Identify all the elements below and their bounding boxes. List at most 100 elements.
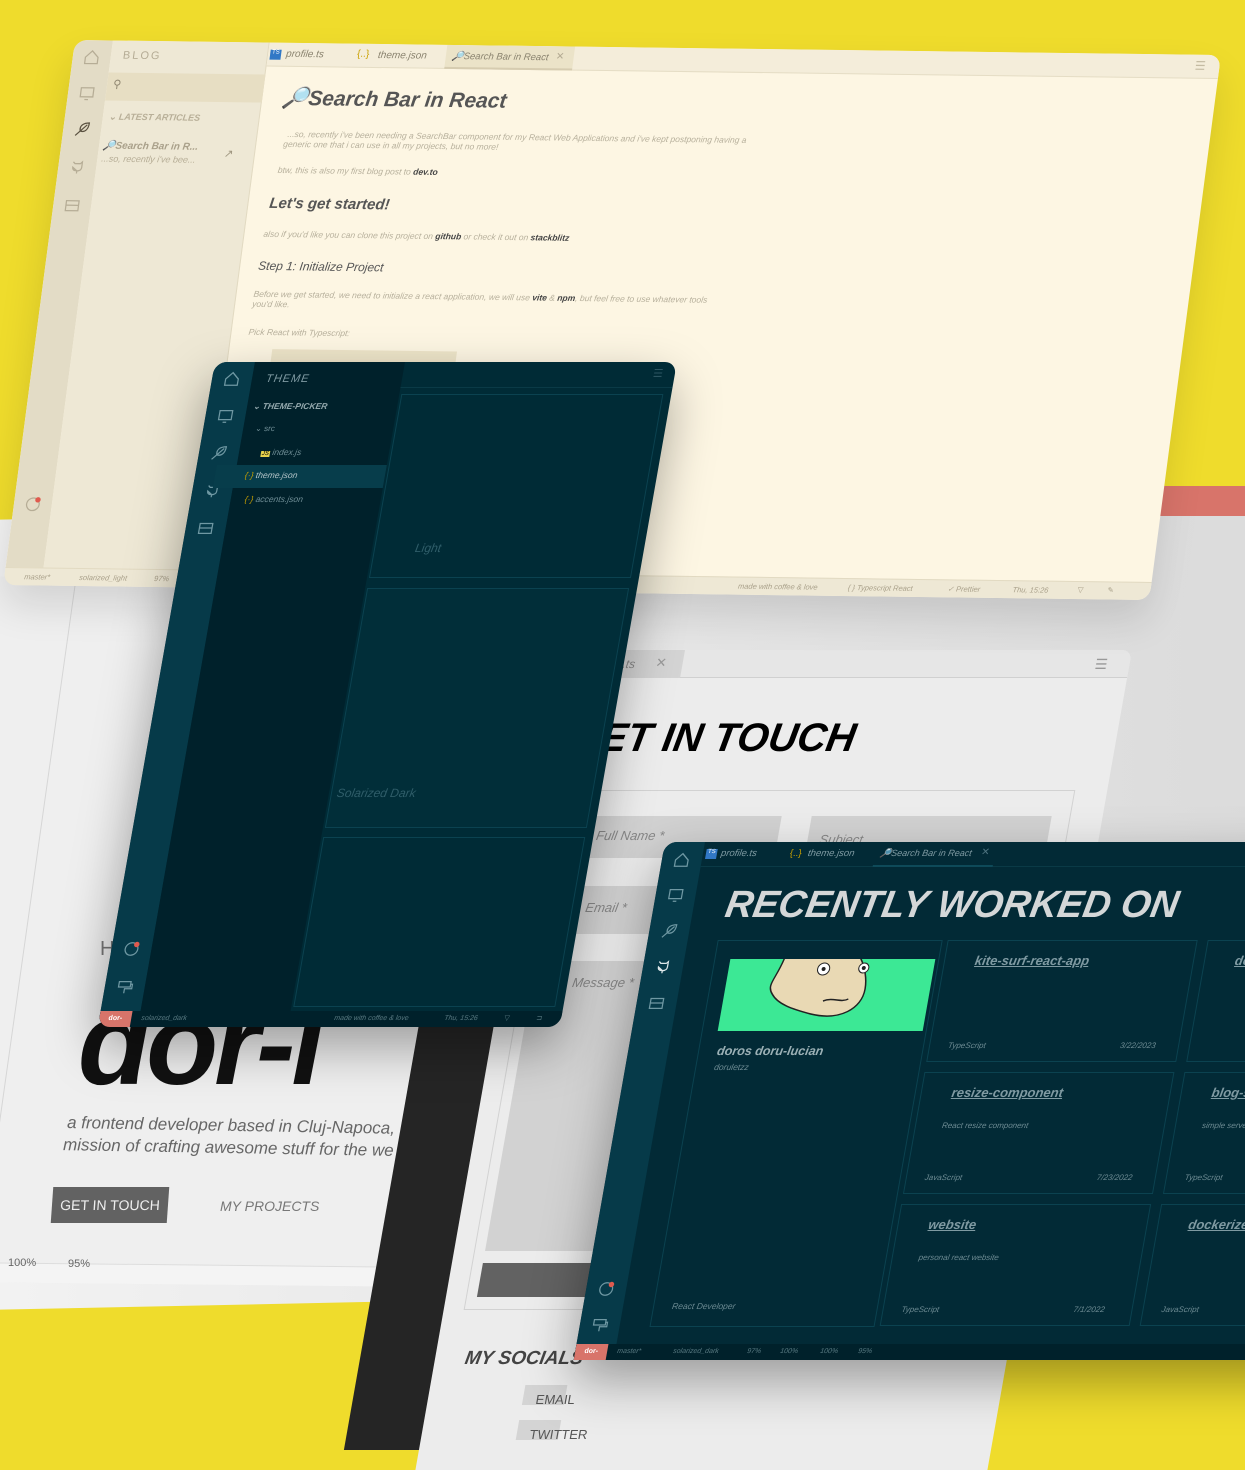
tab-label: profile.ts [285,48,325,61]
tab-label: profile.ts [720,848,758,859]
file-index-js[interactable]: JS index.js [260,447,302,457]
folder-theme-picker[interactable]: ⌄ THEME-PICKER [252,401,328,412]
theme-option-light[interactable]: Light [368,394,664,578]
article-list-item[interactable]: 🔎Search Bar in R... ...so, recently i've… [100,141,248,171]
code-monitor-icon[interactable] [77,84,97,102]
projects-heading: RECENTLY WORKED ON [722,884,1183,926]
profile-badge[interactable]: dor- [573,1344,609,1360]
repo-name[interactable]: do [1234,953,1245,968]
social-twitter-link[interactable]: TWITTER [528,1427,588,1442]
subsection-heading: Step 1: Initialize Project [257,258,385,275]
repo-description: React resize component [941,1121,1030,1130]
menu-icon[interactable]: ☰ [652,367,664,380]
close-icon[interactable]: ✕ [980,847,990,858]
sidebar-title: BLOG [122,49,163,63]
repo-card[interactable]: do [1186,940,1245,1062]
typescript-icon: TS [705,849,718,859]
layout-icon[interactable] [62,196,82,214]
folder-src[interactable]: ⌄ src [254,424,275,433]
section-header[interactable]: ⌄ LATEST ARTICLES [108,112,201,124]
repo-name[interactable]: dockerize [1187,1217,1245,1232]
home-icon[interactable] [82,48,102,66]
json-icon: {·} [244,470,255,480]
tab-bar: ☰ [400,362,677,388]
repo-language: TypeScript [1184,1173,1224,1182]
github-icon[interactable] [652,958,673,976]
message-placeholder: Message * [571,975,636,990]
status-score: 97% [153,573,170,584]
profile-role: React Developer [671,1301,737,1311]
npm-link[interactable]: npm [557,293,576,303]
language-mode[interactable]: { } Typescript React [847,583,913,593]
repo-name[interactable]: kite-surf-react-app [974,953,1091,968]
feather-icon[interactable] [208,444,229,462]
search-input[interactable]: ⚲ [105,72,266,103]
repo-card[interactable]: dockerize JavaScript [1139,1204,1245,1326]
tab-theme[interactable]: {..} theme.json [351,44,444,69]
code-monitor-icon[interactable] [215,407,236,425]
code-monitor-icon[interactable] [665,886,686,904]
tab-theme[interactable]: {..} theme.json [786,842,875,867]
github-link[interactable]: github [435,231,462,241]
layout-icon[interactable] [195,519,216,537]
open-external-icon[interactable]: ↗ [223,147,234,160]
devto-link[interactable]: dev.to [413,167,439,177]
tab-profile[interactable]: TS profile.ts [267,43,350,68]
tab-label: 🔎Search Bar in React [879,848,973,858]
formatter[interactable]: ✓ Prettier [947,584,981,593]
sidebar-title: THEME [264,373,311,385]
tab-search-bar[interactable]: 🔎Search Bar in React ✕ [872,842,997,867]
repo-name[interactable]: blog-s [1211,1085,1245,1100]
home-icon[interactable] [221,370,242,388]
theme-name[interactable]: solarized_dark [141,1015,188,1022]
tab-bar: TS profile.ts {..} theme.json 🔎Search Bar … [700,842,1245,867]
repo-name[interactable]: website [927,1217,977,1232]
git-branch[interactable]: master* [24,572,51,581]
tab-profile[interactable]: TS profile.ts [701,842,785,867]
theme-name[interactable]: solarized_dark [673,1348,720,1355]
tab-bar: TS profile.ts {..} theme.json 🔎Search Bar … [266,42,1222,80]
status-bar [0,1260,393,1287]
social-email-link[interactable]: EMAIL [535,1392,577,1407]
theme-option-solarized-dark[interactable]: Solarized Dark [324,588,630,828]
menu-icon[interactable]: ☰ [1194,59,1207,73]
layout-icon[interactable] [646,994,667,1012]
profile-badge[interactable]: dor- [97,1011,133,1027]
vite-link[interactable]: vite [532,292,548,302]
repo-card[interactable]: resize-component React resize component Ja… [902,1072,1175,1194]
file-theme-json[interactable]: {·} theme.json [212,465,387,488]
stackblitz-link[interactable]: stackblitz [530,232,570,243]
home-icon[interactable] [671,851,692,869]
close-icon[interactable]: ✕ [654,655,668,671]
repo-card[interactable]: blog-s simple server TypeScript [1162,1072,1245,1194]
tab-search-bar[interactable]: 🔎Search Bar in React ✕ [444,44,576,71]
git-branch[interactable]: master* [617,1348,642,1355]
github-icon[interactable] [67,158,87,176]
close-icon[interactable]: ✕ [555,51,565,62]
account-icon[interactable] [596,1280,617,1298]
repo-card[interactable]: kite-surf-react-app TypeScript 3/22/2023 [926,940,1198,1062]
typescript-icon: TS [269,49,282,60]
menu-icon[interactable]: ☰ [1093,656,1109,673]
account-icon[interactable] [121,940,142,958]
repo-card[interactable]: website personal react website TypeScript 7… [879,1204,1152,1326]
my-projects-link[interactable]: MY PROJECTS [220,1198,319,1214]
theme-name[interactable]: solarized_light [79,573,128,583]
json-icon: {..} [789,848,803,859]
status-score: 95% [857,1348,873,1355]
paint-roller-icon[interactable] [589,1316,610,1334]
paint-roller-icon[interactable] [114,978,135,996]
get-in-touch-button[interactable]: GET IN TOUCH [50,1187,170,1223]
account-icon[interactable] [23,495,43,513]
repo-name[interactable]: resize-component [951,1085,1065,1100]
theme-option[interactable] [293,837,586,1007]
paragraph: you'd like. [251,298,291,310]
paragraph: generic one that i can use in all my pro… [282,138,500,152]
made-with-text: made with coffee & love [737,581,819,592]
feather-icon[interactable] [72,120,92,138]
article-heading: 🔎Search Bar in React [280,86,509,113]
status-bar: dor- solarized_dark made with coffee & l… [97,1011,563,1027]
json-icon: {·} [243,494,255,504]
feather-icon[interactable] [659,922,680,940]
file-accents-json[interactable]: {·} accents.json [244,494,304,504]
